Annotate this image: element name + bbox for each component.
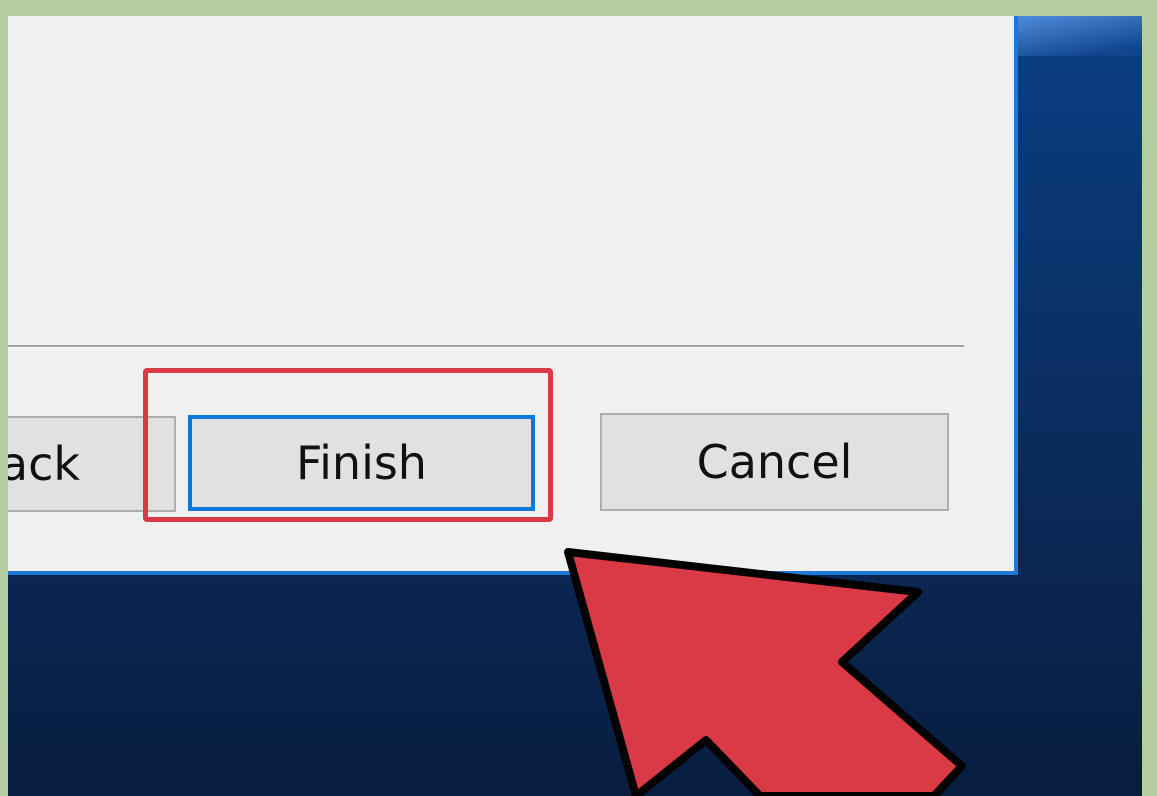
wizard-dialog: ack Finish Cancel	[8, 16, 1018, 575]
desktop-wallpaper-highlight	[1008, 16, 1142, 56]
finish-button[interactable]: Finish	[188, 415, 535, 511]
desktop: ack Finish Cancel	[8, 16, 1142, 796]
cancel-button-label: Cancel	[696, 435, 853, 489]
back-button-label: ack	[8, 437, 80, 491]
dialog-separator	[8, 345, 964, 348]
back-button[interactable]: ack	[8, 416, 176, 512]
finish-button-label: Finish	[296, 436, 427, 490]
cancel-button[interactable]: Cancel	[600, 413, 949, 511]
